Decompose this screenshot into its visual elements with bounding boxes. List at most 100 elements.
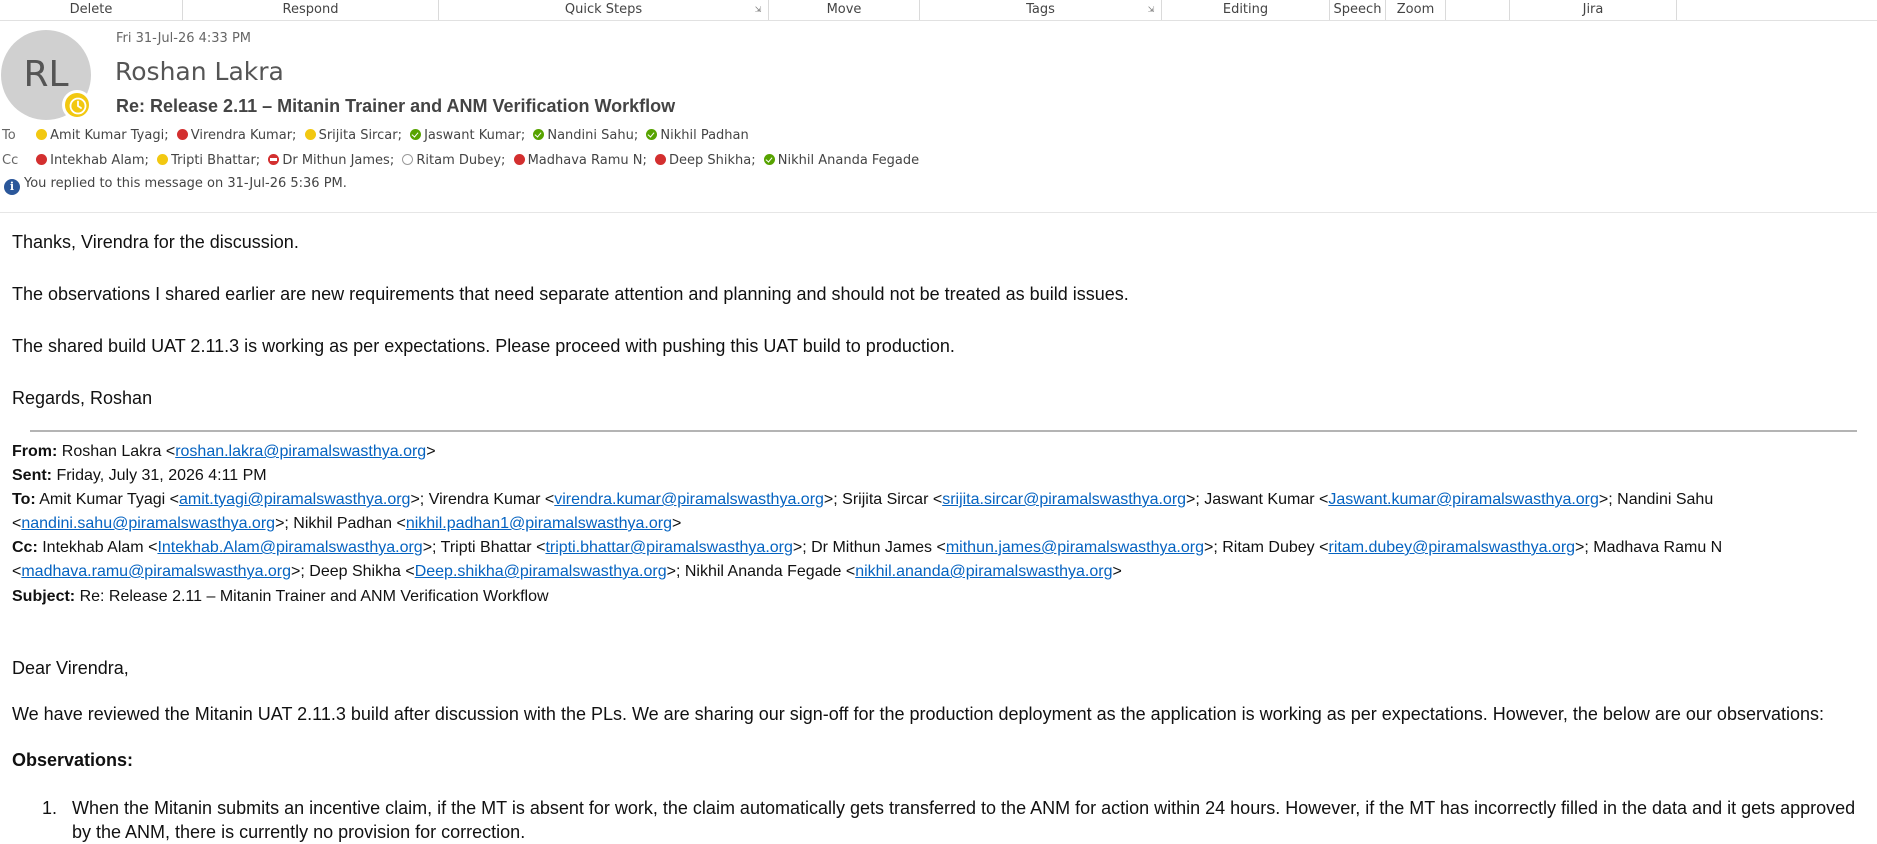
recipient[interactable]: Intekhab Alam;	[36, 153, 149, 168]
recipient[interactable]: Nikhil Padhan	[646, 128, 749, 143]
recipient-name: Madhava Ramu N;	[527, 153, 647, 168]
subject-value: Re: Release 2.11 – Mitanin Trainer and A…	[79, 588, 549, 605]
presence-available-icon	[763, 154, 775, 165]
email-link[interactable]: ritam.dubey@piramalswasthya.org	[1328, 539, 1575, 556]
presence-available-icon	[646, 129, 658, 140]
list-item: 1. When the Mitanin submits an incentive…	[12, 796, 1872, 844]
email-link[interactable]: nikhil.ananda@piramalswasthya.org	[855, 563, 1112, 580]
email-link[interactable]: virendra.kumar@piramalswasthya.org	[554, 491, 824, 508]
ribbon-group-zoom[interactable]: Zoom	[1386, 0, 1446, 20]
recipient-name: Nandini Sahu	[1617, 491, 1714, 508]
presence-away-icon	[304, 129, 316, 140]
body-paragraph: The observations I shared earlier are ne…	[12, 284, 1129, 304]
email-link[interactable]: Jaswant.kumar@piramalswasthya.org	[1328, 491, 1599, 508]
to-recipients-row: To Amit Kumar Tyagi; Virendra Kumar; Sri…	[0, 128, 753, 143]
recipient[interactable]: Srijita Sircar;	[304, 128, 402, 143]
ribbon-group-speech[interactable]: Speech	[1330, 0, 1386, 20]
recipient[interactable]: Madhava Ramu N;	[513, 153, 647, 168]
presence-available-icon	[533, 129, 545, 140]
clock-icon	[69, 97, 87, 115]
presence-do-not-disturb-icon	[268, 154, 280, 165]
ribbon-group-tags[interactable]: Tags ⇲	[920, 0, 1162, 20]
email-link[interactable]: madhava.ramu@piramalswasthya.org	[21, 563, 291, 580]
sender-name[interactable]: Roshan Lakra	[115, 57, 284, 86]
ribbon-group-delete[interactable]: Delete	[0, 0, 183, 20]
ribbon-group-tags-label: Tags	[1026, 2, 1055, 17]
recipient-name: Ritam Dubey	[1222, 539, 1315, 556]
email-link[interactable]: roshan.lakra@piramalswasthya.org	[175, 443, 426, 460]
cc-label: Cc:	[12, 539, 38, 556]
recipient[interactable]: Tripti Bhattar;	[157, 153, 260, 168]
sent-label: Sent:	[12, 467, 52, 484]
ribbon-group-labels: Delete Respond Quick Steps ⇲ Move Tags ⇲…	[0, 0, 1877, 21]
recipient-name: Intekhab Alam	[42, 539, 144, 556]
presence-offline-icon	[402, 154, 414, 165]
recipient[interactable]: Dr Mithun James;	[268, 153, 394, 168]
ribbon-group-quick-steps-label: Quick Steps	[564, 2, 643, 17]
header-divider	[0, 212, 1877, 213]
recipient-name: Nikhil Ananda Fegade	[684, 563, 842, 580]
recipient-name: Nandini Sahu;	[547, 128, 639, 143]
recipient[interactable]: Jaswant Kumar;	[410, 128, 525, 143]
observations-heading: Observations:	[12, 750, 134, 770]
recipient-name: Tripti Bhattar	[440, 539, 532, 556]
recipient-name: Srijita Sircar;	[318, 128, 402, 143]
recipient[interactable]: Nikhil Ananda Fegade	[763, 153, 920, 168]
recipient-name: Nikhil Ananda Fegade	[777, 153, 920, 168]
quoted-from-line: From: Roshan Lakra <roshan.lakra@piramal…	[12, 443, 436, 460]
email-link[interactable]: amit.tyagi@piramalswasthya.org	[179, 491, 410, 508]
recipient-name: Dr Mithun James	[811, 539, 933, 556]
quoted-subject-line: Subject: Re: Release 2.11 – Mitanin Trai…	[12, 585, 1872, 609]
recipient[interactable]: Amit Kumar Tyagi;	[36, 128, 169, 143]
message-subject: Re: Release 2.11 – Mitanin Trainer and A…	[116, 96, 676, 116]
ribbon-group-quick-steps[interactable]: Quick Steps ⇲	[439, 0, 769, 20]
ribbon-group-jira[interactable]: Jira	[1510, 0, 1677, 20]
intro-paragraph: We have reviewed the Mitanin UAT 2.11.3 …	[12, 704, 1824, 724]
recipient-name: Ritam Dubey;	[416, 153, 506, 168]
subject-label: Subject:	[12, 588, 76, 605]
recipient-name: Amit Kumar Tyagi;	[50, 128, 169, 143]
from-label: From:	[12, 443, 58, 460]
recipient-name: Intekhab Alam;	[50, 153, 149, 168]
greeting: Dear Virendra,	[12, 658, 129, 678]
email-link[interactable]: Intekhab.Alam@piramalswasthya.org	[157, 539, 422, 556]
presence-busy-icon	[655, 154, 667, 165]
email-link[interactable]: tripti.bhattar@piramalswasthya.org	[545, 539, 792, 556]
presence-busy-icon	[513, 154, 525, 165]
reply-info-bar[interactable]: i You replied to this message on 31-Jul-2…	[4, 176, 347, 195]
email-link[interactable]: mithun.james@piramalswasthya.org	[946, 539, 1204, 556]
from-name: Roshan Lakra <	[61, 443, 176, 460]
cc-recipients-row: Cc Intekhab Alam; Tripti Bhattar; Dr Mit…	[0, 153, 923, 168]
info-icon: i	[4, 179, 20, 195]
ribbon-group-editing[interactable]: Editing	[1162, 0, 1330, 20]
presence-away-clock-icon	[62, 90, 92, 120]
recipient-name: Nikhil Padhan	[293, 515, 393, 532]
email-link[interactable]: nikhil.padhan1@piramalswasthya.org	[406, 515, 672, 532]
recipient-name: Jaswant Kumar	[1204, 491, 1315, 508]
recipient-name: Virendra Kumar;	[190, 128, 297, 143]
sent-date: Fri 31-Jul-26 4:33 PM	[116, 31, 252, 46]
recipient[interactable]: Ritam Dubey;	[402, 153, 505, 168]
dialog-launcher-icon[interactable]: ⇲	[1147, 6, 1155, 14]
presence-busy-icon	[176, 129, 188, 140]
email-link[interactable]: Deep.shikha@piramalswasthya.org	[415, 563, 667, 580]
recipient-name: Madhava Ramu N	[1593, 539, 1723, 556]
sent-value: Friday, July 31, 2026 4:11 PM	[56, 467, 267, 484]
to-label: To	[2, 128, 16, 143]
email-link[interactable]: nandini.sahu@piramalswasthya.org	[21, 515, 275, 532]
email-link[interactable]: srijita.sircar@piramalswasthya.org	[942, 491, 1186, 508]
quoted-to-line: To: Amit Kumar Tyagi <amit.tyagi@piramal…	[12, 491, 1714, 532]
ribbon-group-respond[interactable]: Respond	[183, 0, 439, 20]
recipient[interactable]: Deep Shikha;	[655, 153, 756, 168]
quoted-sent-line: Sent: Friday, July 31, 2026 4:11 PM	[12, 464, 1872, 488]
recipient[interactable]: Nandini Sahu;	[533, 128, 638, 143]
dialog-launcher-icon[interactable]: ⇲	[754, 6, 762, 14]
recipient-name: Tripti Bhattar;	[171, 153, 261, 168]
recipient-name: Amit Kumar Tyagi	[39, 491, 166, 508]
presence-away-icon	[36, 129, 48, 140]
ribbon-group-move[interactable]: Move	[769, 0, 920, 20]
quoted-message-divider	[30, 430, 1857, 432]
ribbon-group-empty	[1446, 0, 1510, 20]
to-label: To:	[12, 491, 36, 508]
recipient[interactable]: Virendra Kumar;	[176, 128, 297, 143]
